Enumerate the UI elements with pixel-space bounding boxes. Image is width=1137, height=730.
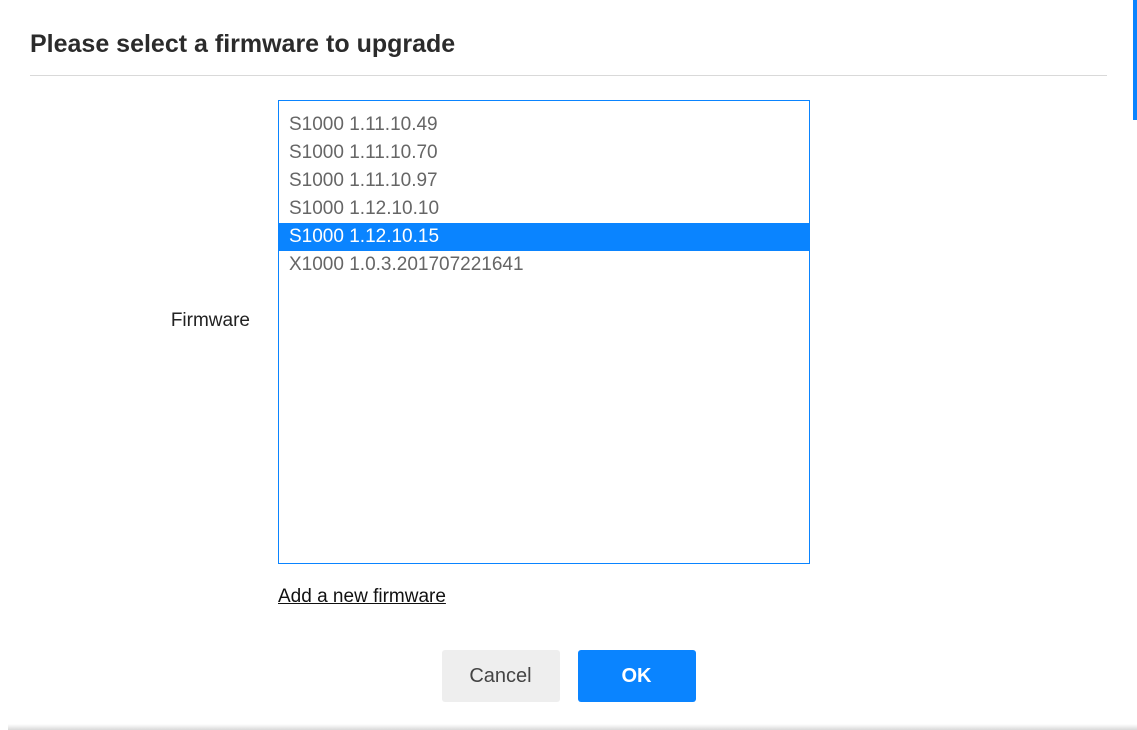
- ok-button[interactable]: OK: [578, 650, 696, 702]
- firmware-option[interactable]: S1000 1.12.10.10: [279, 195, 809, 223]
- firmware-option[interactable]: S1000 1.11.10.97: [279, 167, 809, 195]
- firmware-option[interactable]: X1000 1.0.3.201707221641: [279, 251, 809, 279]
- accent-edge: [1133, 0, 1137, 120]
- dialog-shadow: [8, 724, 1137, 730]
- cancel-button[interactable]: Cancel: [442, 650, 560, 702]
- firmware-option[interactable]: S1000 1.12.10.15: [279, 223, 809, 251]
- firmware-option[interactable]: S1000 1.11.10.70: [279, 139, 809, 167]
- add-firmware-link[interactable]: Add a new firmware: [278, 586, 446, 608]
- firmware-option[interactable]: S1000 1.11.10.49: [279, 111, 809, 139]
- dialog-title: Please select a firmware to upgrade: [30, 30, 1107, 76]
- firmware-label: Firmware: [150, 100, 250, 332]
- firmware-listbox[interactable]: S1000 1.11.10.49S1000 1.11.10.70S1000 1.…: [278, 100, 810, 564]
